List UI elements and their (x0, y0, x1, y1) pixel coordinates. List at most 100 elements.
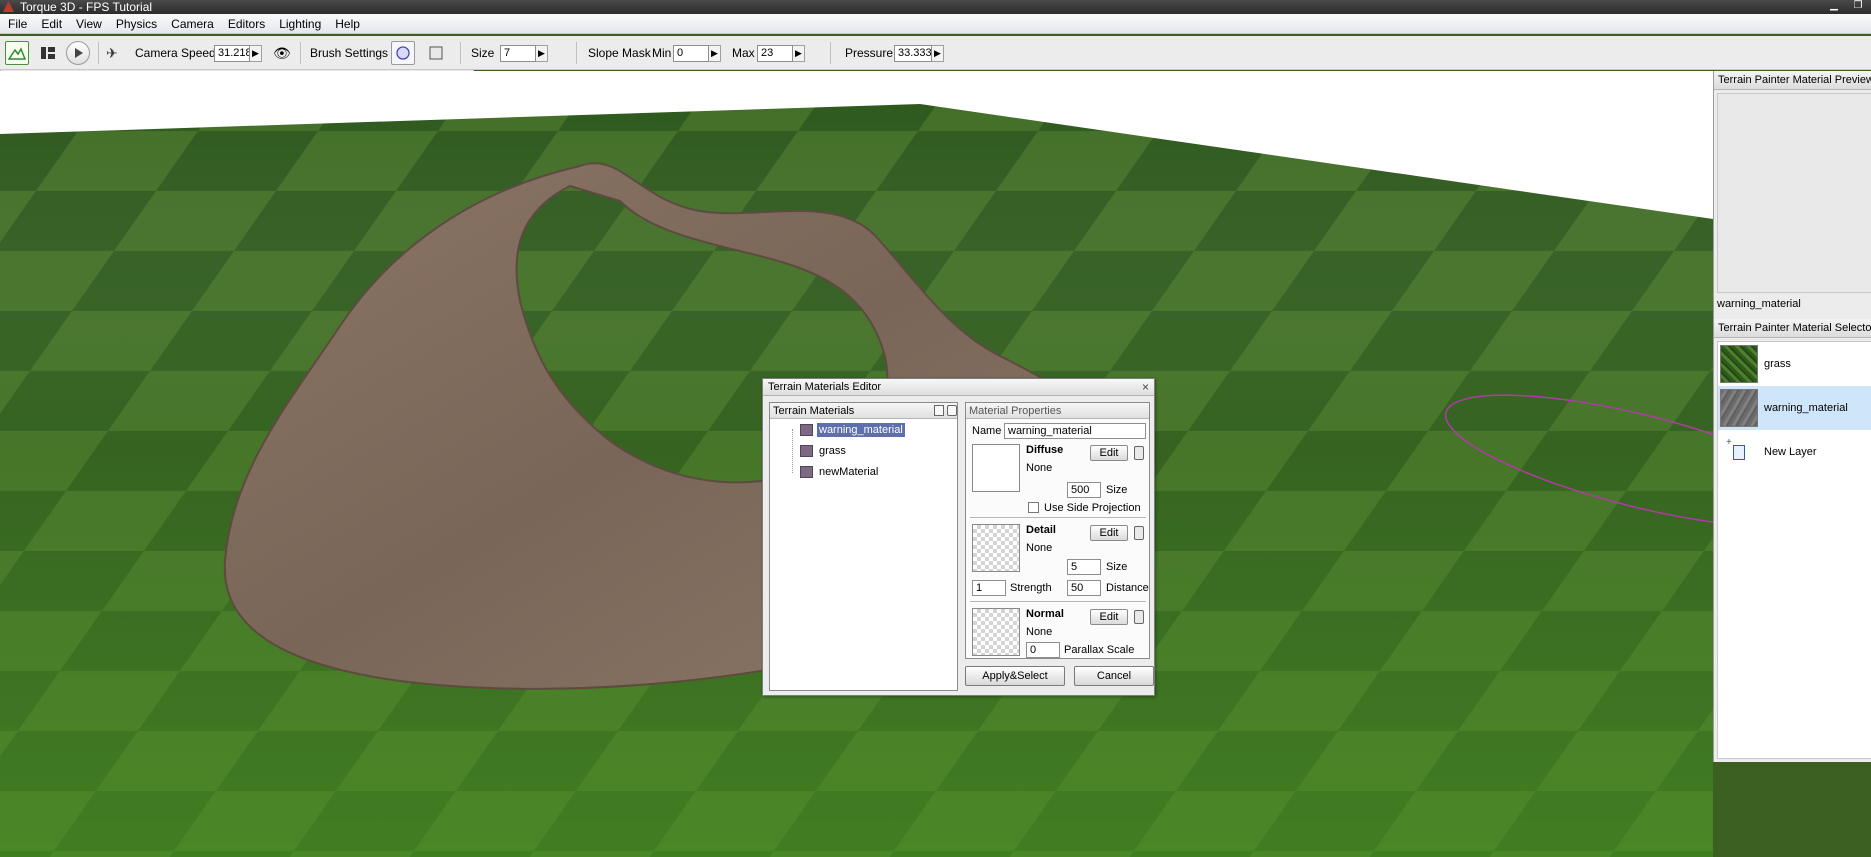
normal-label: Normal (1026, 608, 1064, 620)
window-title: Torque 3D - FPS Tutorial (20, 0, 153, 14)
camera-speed-label: Camera Speed (135, 46, 216, 60)
detail-texture-preview[interactable] (972, 524, 1020, 572)
new-layer-label: New Layer (1764, 446, 1817, 458)
menu-physics[interactable]: Physics (116, 17, 157, 31)
square-brush-button[interactable] (424, 41, 448, 65)
use-side-projection-label: Use Side Projection (1044, 502, 1141, 514)
play-icon[interactable] (66, 41, 90, 65)
material-icon (800, 466, 813, 478)
normal-texture-preview[interactable] (972, 608, 1020, 656)
detail-distance-field[interactable]: 50 (1067, 580, 1101, 596)
menu-editors[interactable]: Editors (228, 17, 265, 31)
detail-size-label: Size (1106, 561, 1128, 573)
pressure-field[interactable]: 33.333 (894, 44, 932, 62)
brush-size-label: Size (471, 46, 495, 60)
diffuse-clear-icon[interactable] (1134, 446, 1144, 460)
terrain-editor-icon[interactable] (5, 41, 29, 65)
material-properties-header: Material Properties (966, 403, 1149, 419)
divider (970, 517, 1146, 518)
terrain-materials-editor-dialog: Terrain Materials Editor × Terrain Mater… (762, 378, 1155, 696)
use-side-projection-checkbox[interactable] (1028, 502, 1039, 513)
material-icon (800, 445, 813, 457)
minimize-button[interactable]: ▁ (1825, 0, 1843, 12)
detail-label: Detail (1026, 524, 1056, 536)
dialog-title-bar[interactable]: Terrain Materials Editor × (763, 379, 1154, 396)
detail-size-field[interactable]: 5 (1067, 559, 1101, 575)
slope-mask-label: Slope Mask (588, 46, 651, 60)
camera-speed-field[interactable]: 31.218 (214, 44, 250, 62)
cancel-button[interactable]: Cancel (1074, 666, 1154, 686)
pressure-label: Pressure (845, 46, 894, 60)
divider (970, 601, 1146, 602)
delete-material-icon[interactable] (947, 405, 957, 416)
detail-texture-name: None (1026, 542, 1053, 554)
camera-speed-slider-arrow[interactable]: ▶ (250, 44, 262, 62)
brush-size-slider-arrow[interactable]: ▶ (536, 44, 548, 62)
selector-header: Terrain Painter Material Selector (1714, 319, 1871, 338)
layout-icon[interactable] (36, 41, 60, 65)
preview-material-name: warning_material (1717, 298, 1801, 310)
slope-min-label: Min (652, 46, 672, 60)
main-toolbar: ✈ Camera Speed 31.218 ▶ 👁 Brush Settings … (0, 36, 1871, 70)
menu-edit[interactable]: Edit (41, 17, 62, 31)
maximize-button[interactable]: ❐ (1849, 0, 1867, 12)
new-layer-icon: + (1720, 433, 1758, 471)
terrain-materials-title: Terrain Materials (773, 405, 855, 417)
visibility-eye-icon[interactable]: 👁 (273, 45, 291, 62)
menu-file[interactable]: File (8, 17, 27, 31)
detail-distance-label: Distance (1106, 582, 1149, 594)
material-item-warning-material[interactable]: warning_material (1718, 386, 1871, 430)
material-item-grass[interactable]: grass (1718, 342, 1871, 386)
brush-size-field[interactable]: 7 (500, 44, 536, 62)
diffuse-edit-button[interactable]: Edit (1090, 445, 1128, 461)
pressure-slider-arrow[interactable]: ▶ (932, 44, 944, 62)
dialog-close-icon[interactable]: × (1142, 379, 1149, 396)
normal-edit-button[interactable]: Edit (1090, 609, 1128, 625)
menu-lighting[interactable]: Lighting (279, 17, 321, 31)
menu-view[interactable]: View (76, 17, 102, 31)
dialog-title: Terrain Materials Editor (768, 381, 882, 393)
slope-min-slider-arrow[interactable]: ▶ (709, 44, 721, 62)
parallax-scale-field[interactable]: 0 (1026, 642, 1060, 658)
diffuse-label: Diffuse (1026, 444, 1064, 456)
diffuse-texture-preview[interactable] (972, 444, 1020, 492)
menu-camera[interactable]: Camera (171, 17, 214, 31)
tree-item-label: grass (819, 445, 846, 457)
diffuse-texture-name: None (1026, 462, 1053, 474)
tree-item-grass[interactable]: grass (800, 442, 848, 460)
app-icon (3, 1, 14, 12)
tree-item-label: warning_material (817, 423, 905, 437)
material-icon (800, 424, 813, 436)
apply-select-button[interactable]: Apply&Select (965, 666, 1065, 686)
terrain-painter-panel: Terrain Painter Material Preview warning… (1713, 71, 1871, 762)
detail-strength-label: Strength (1010, 582, 1052, 594)
parallax-scale-label: Parallax Scale (1064, 644, 1135, 656)
normal-clear-icon[interactable] (1134, 610, 1144, 624)
brush-settings-label: Brush Settings (310, 46, 389, 60)
title-bar: Torque 3D - FPS Tutorial ▁ ❐ (0, 0, 1871, 14)
name-label: Name (972, 425, 1002, 437)
new-layer-button[interactable]: + New Layer (1718, 430, 1871, 474)
grass-thumbnail (1720, 345, 1758, 383)
detail-edit-button[interactable]: Edit (1090, 525, 1128, 541)
material-preview-area (1717, 93, 1871, 293)
tree-item-label: newMaterial (819, 466, 879, 478)
new-material-icon[interactable] (934, 405, 944, 416)
preview-header: Terrain Painter Material Preview (1714, 71, 1871, 90)
circle-brush-button[interactable] (391, 41, 415, 65)
material-name-input[interactable]: warning_material (1004, 423, 1146, 439)
slope-max-label: Max (732, 46, 755, 60)
tree-item-new-material[interactable]: newMaterial (800, 463, 880, 481)
material-selector-list: grass warning_material + New Layer (1717, 341, 1871, 759)
tree-item-warning-material[interactable]: warning_material (800, 421, 905, 439)
slope-min-field[interactable]: 0 (673, 44, 709, 62)
menu-help[interactable]: Help (335, 17, 360, 31)
slope-max-field[interactable]: 23 (757, 44, 793, 62)
detail-strength-field[interactable]: 1 (972, 580, 1006, 596)
detail-clear-icon[interactable] (1134, 526, 1144, 540)
terrain-materials-header: Terrain Materials (770, 403, 957, 419)
slope-max-slider-arrow[interactable]: ▶ (793, 44, 805, 62)
camera-icon[interactable]: ✈ (106, 45, 118, 62)
material-item-label: grass (1764, 358, 1791, 370)
diffuse-size-field[interactable]: 500 (1067, 482, 1101, 498)
